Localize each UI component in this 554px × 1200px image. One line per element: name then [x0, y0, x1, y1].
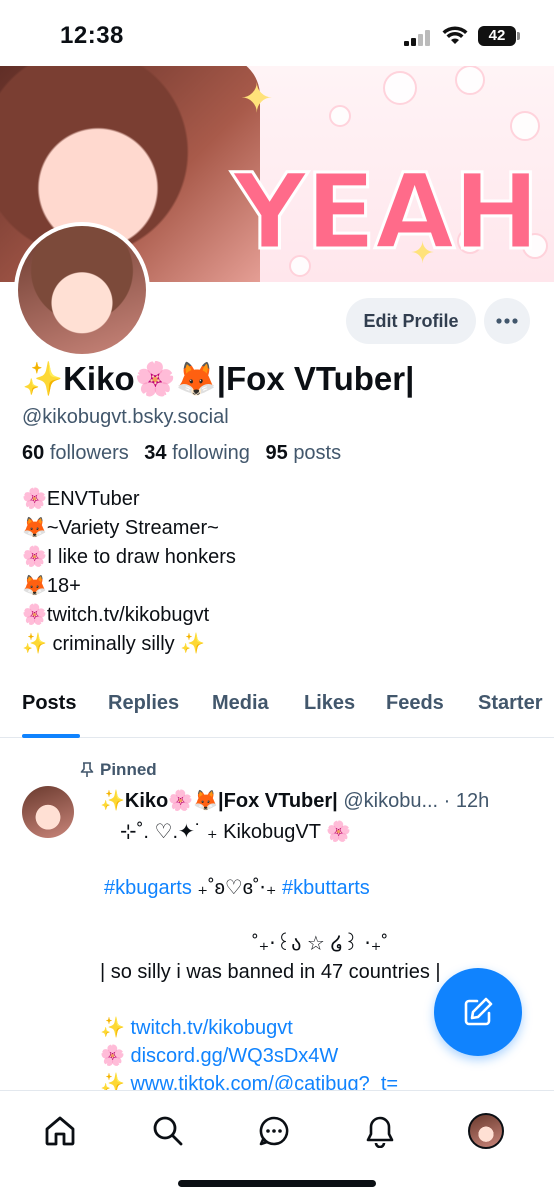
battery-cap	[517, 32, 520, 40]
more-icon	[496, 318, 518, 324]
nav-home[interactable]	[40, 1111, 80, 1151]
active-tab-indicator	[22, 734, 80, 738]
post-link-prefix: 🌸	[100, 1045, 131, 1067]
nav-chat[interactable]	[254, 1111, 294, 1151]
chat-icon	[259, 1116, 289, 1146]
post-text[interactable]: ⊹˚. ♡.✦˙ ₊ KikobugVT 🌸 #kbugarts ₊˚ʚ♡ɞ˚⋅…	[100, 818, 540, 1098]
tab-media[interactable]: Media	[212, 692, 269, 715]
posts-count: 95	[265, 442, 288, 464]
following-count: 34	[144, 442, 167, 464]
wifi-icon	[442, 26, 468, 44]
post-deco: ₊˚ʚ♡ɞ˚⋅₊	[191, 877, 282, 899]
bio-line[interactable]: 🌸twitch.tv/kikobugvt	[22, 601, 236, 630]
profile-stats: 60 followers 34 following 95 posts	[22, 442, 341, 465]
sparkle-icon: ✦	[240, 77, 274, 121]
discord-link[interactable]: discord.gg/WQ3sDx4W	[130, 1045, 338, 1067]
hashtag-link[interactable]: #kbuttarts	[282, 877, 370, 899]
profile-bio: 🌸ENVTuber 🦊~Variety Streamer~ 🌸I like to…	[22, 485, 236, 659]
home-indicator	[178, 1180, 376, 1187]
hashtag-link[interactable]: #kbugarts	[104, 877, 192, 899]
bio-line: 🦊~Variety Streamer~	[22, 517, 219, 539]
compose-button[interactable]	[434, 968, 522, 1056]
search-icon	[153, 1116, 183, 1146]
profile-tabs: Posts Replies Media Likes Feeds Starter	[0, 690, 554, 738]
followers-label: followers	[49, 442, 129, 464]
following-link[interactable]: 34 following	[144, 442, 250, 464]
edit-profile-button[interactable]: Edit Profile	[346, 298, 476, 344]
followers-link[interactable]: 60 followers	[22, 442, 129, 464]
pin-icon	[80, 762, 94, 777]
post-meta: @kikobu... · 12h	[343, 790, 490, 812]
bell-icon	[366, 1116, 394, 1148]
battery-icon: 42	[478, 26, 516, 46]
post-line: ˚₊‧꒰ა ☆ ໒꒱ ‧₊˚	[252, 933, 388, 955]
compose-icon	[464, 997, 493, 1026]
bio-line: 🌸ENVTuber	[22, 488, 140, 510]
bio-line: 🌸I like to draw honkers	[22, 546, 236, 568]
post-link-prefix: ✨	[100, 1017, 131, 1039]
home-icon	[45, 1116, 75, 1146]
nav-profile[interactable]	[466, 1111, 506, 1151]
tab-replies[interactable]: Replies	[108, 692, 179, 715]
bio-line: ✨ criminally silly ✨	[22, 633, 206, 655]
tab-likes[interactable]: Likes	[304, 692, 355, 715]
signal-icon	[404, 30, 432, 46]
nav-search[interactable]	[148, 1111, 188, 1151]
profile-display-name: ✨Kiko🌸🦊|Fox VTuber|	[22, 360, 415, 397]
posts-count-item: 95 posts	[266, 442, 342, 464]
banner-yeah-art: YEAH	[231, 151, 542, 273]
bio-line: 🦊18+	[22, 575, 81, 597]
profile-handle: @kikobugvt.bsky.social	[22, 406, 229, 428]
tab-posts[interactable]: Posts	[22, 692, 76, 715]
posts-label: posts	[293, 442, 342, 464]
post-author-avatar[interactable]	[22, 786, 74, 838]
status-time: 12:38	[60, 22, 124, 49]
tab-starter-packs[interactable]: Starter	[478, 692, 542, 715]
status-bar: 12:38 42	[0, 0, 554, 70]
pinned-label-row: Pinned	[80, 760, 157, 780]
more-options-button[interactable]	[484, 298, 530, 344]
followers-count: 60	[22, 442, 45, 464]
profile-avatar[interactable]	[14, 222, 150, 358]
post-line: ⊹˚. ♡.✦˙ ₊ KikobugVT 🌸	[120, 821, 352, 843]
post-header: ✨Kiko🌸🦊|Fox VTuber| @kikobu... · 12h	[100, 788, 489, 813]
post-author-name[interactable]: ✨Kiko🌸🦊|Fox VTuber|	[100, 790, 338, 812]
nav-notifications[interactable]	[360, 1111, 400, 1151]
pinned-label: Pinned	[100, 760, 157, 779]
following-label: following	[172, 442, 250, 464]
tab-feeds[interactable]: Feeds	[386, 692, 444, 715]
twitch-link[interactable]: twitch.tv/kikobugvt	[130, 1017, 292, 1039]
post-hashtag-line: #kbugarts ₊˚ʚ♡ɞ˚⋅₊ #kbuttarts	[100, 874, 540, 902]
nav-profile-avatar	[468, 1113, 504, 1149]
